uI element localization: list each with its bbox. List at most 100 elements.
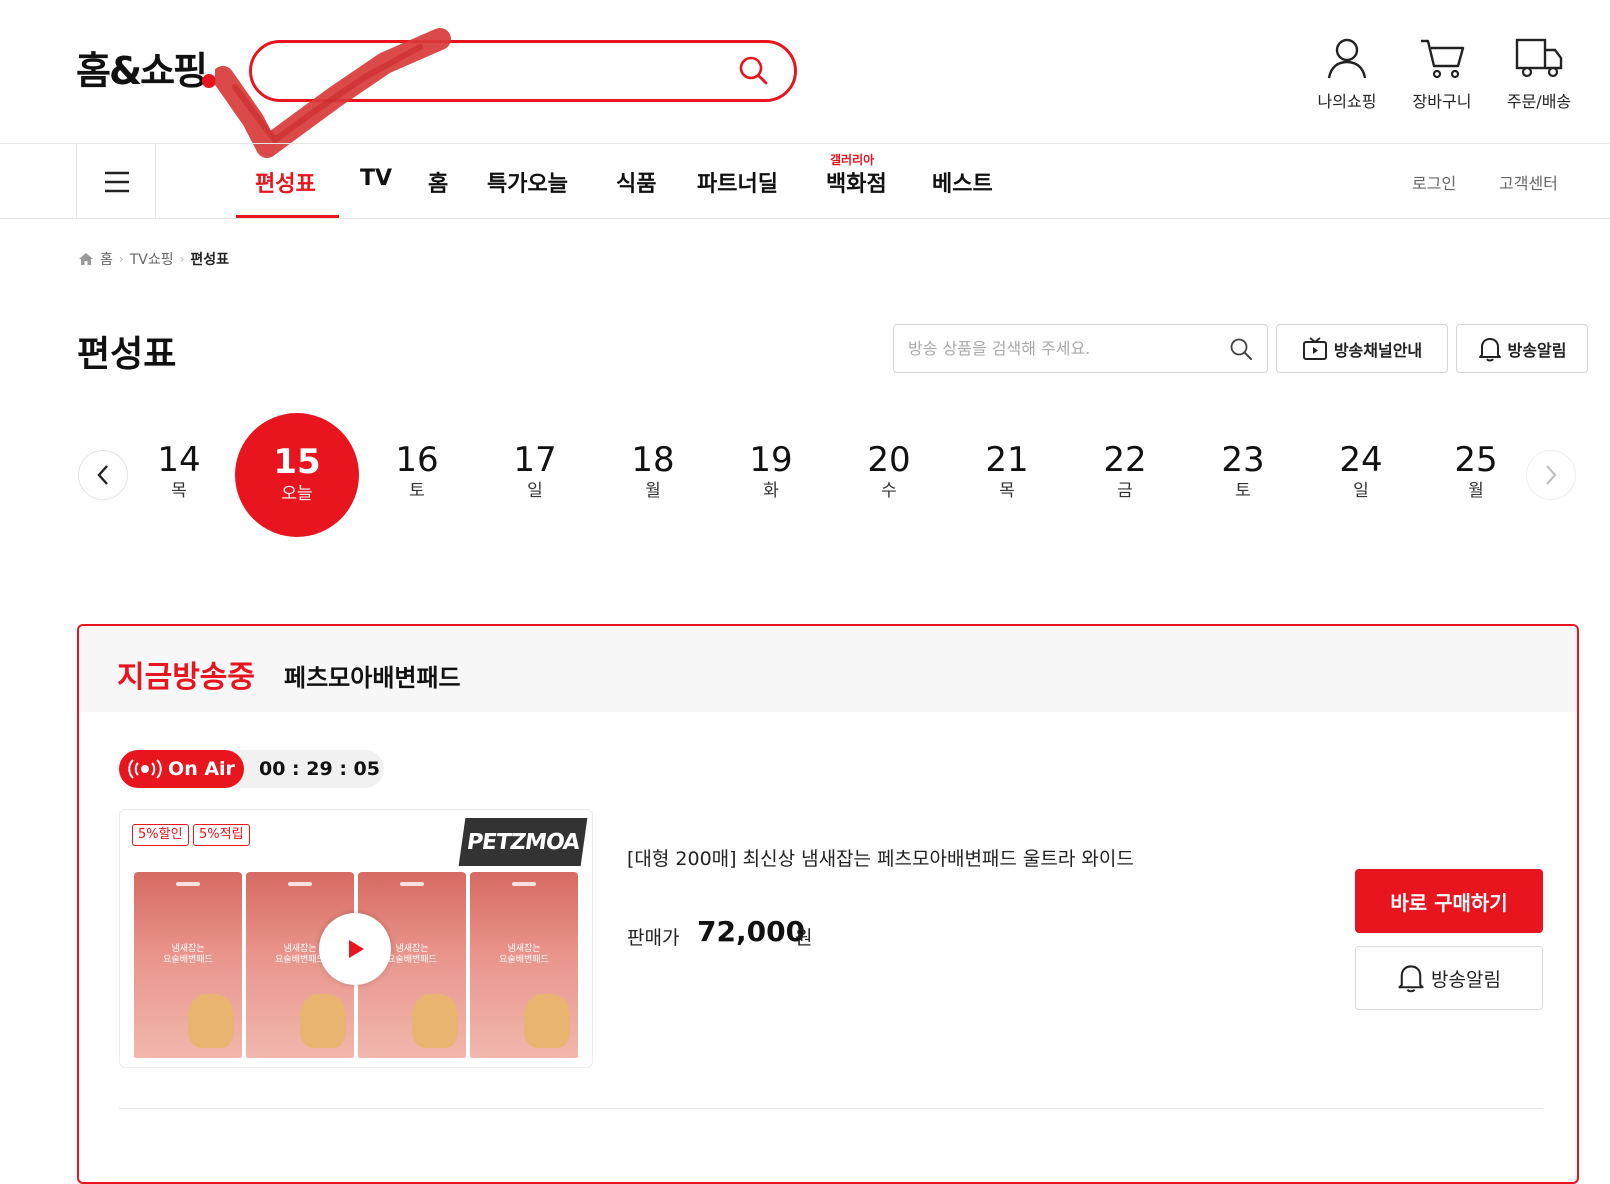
nav-item-special-today[interactable]: 특가오늘 (487, 166, 568, 198)
date-number: 14 (157, 440, 201, 480)
date-item[interactable]: 24 일 (1321, 440, 1401, 502)
logo-dot (202, 74, 217, 88)
date-day: 수 (881, 481, 897, 501)
cart-icon (1421, 39, 1465, 79)
date-day: 금 (1117, 481, 1133, 501)
channel-guide-label: 방송채널안내 (1333, 340, 1423, 360)
login-link[interactable]: 로그인 (1412, 170, 1456, 194)
price-label: 판매가 (627, 927, 680, 949)
broadcast-alert-label: 방송알림 (1507, 340, 1567, 360)
date-item[interactable]: 18 월 (613, 440, 693, 502)
date-day: 목 (999, 481, 1015, 501)
date-prev-button[interactable] (78, 450, 128, 500)
date-day: 화 (763, 481, 779, 501)
date-day: 월 (1468, 481, 1484, 501)
home-icon (79, 253, 93, 265)
live-now-label: 지금방송중 (117, 660, 255, 695)
site-logo[interactable]: 홈&쇼핑 (76, 40, 217, 95)
date-day: 토 (1235, 481, 1251, 501)
bell-icon (1398, 965, 1424, 993)
date-number: 23 (1221, 440, 1265, 480)
product-alert-label: 방송알림 (1431, 968, 1501, 991)
play-button[interactable] (319, 913, 391, 985)
date-item-today[interactable]: 15 오늘 (235, 413, 359, 537)
date-day: 일 (527, 481, 543, 501)
user-icon (1327, 38, 1367, 79)
truck-icon (1515, 38, 1563, 78)
my-shopping-link[interactable]: 나의쇼핑 (1302, 36, 1392, 112)
date-item[interactable]: 21 목 (967, 440, 1047, 502)
buy-now-button[interactable]: 바로 구매하기 (1355, 869, 1543, 933)
date-item[interactable]: 22 금 (1085, 440, 1165, 502)
nav-item-partner-deal[interactable]: 파트너딜 (697, 166, 778, 198)
date-item[interactable]: 25 월 (1436, 440, 1516, 502)
breadcrumb-current: 편성표 (190, 252, 230, 268)
date-number: 17 (513, 440, 557, 480)
bell-icon (1478, 337, 1501, 361)
order-delivery-link[interactable]: 주문/배송 (1494, 36, 1584, 112)
nav-left-divider (76, 143, 77, 218)
points-tag: 5%적립 (193, 824, 250, 846)
date-item[interactable]: 19 화 (731, 440, 811, 502)
nav-bottom-divider (0, 218, 1610, 219)
nav-item-home[interactable]: 홈 (428, 166, 448, 198)
price-unit: 원 (795, 927, 813, 949)
date-number: 24 (1339, 440, 1383, 480)
hamburger-menu-icon[interactable] (103, 170, 131, 194)
live-now-header: 지금방송중 페츠모아배변패드 (79, 626, 1577, 712)
date-item[interactable]: 23 토 (1203, 440, 1283, 502)
customer-center-link[interactable]: 고객센터 (1499, 170, 1558, 194)
cart-link[interactable]: 장바구니 (1397, 36, 1487, 112)
nav-top-divider (0, 143, 1610, 144)
breadcrumb-home[interactable]: 홈 (100, 249, 113, 269)
date-item[interactable]: 14 목 (139, 440, 219, 502)
broadcast-timer: 00 : 29 : 05 (259, 758, 380, 780)
date-item[interactable]: 20 수 (849, 440, 929, 502)
date-day: 월 (645, 481, 661, 501)
on-air-status: On Air 00 : 29 : 05 (119, 750, 384, 788)
breadcrumb-tv-shopping[interactable]: TV쇼핑 (130, 249, 174, 269)
my-shopping-label: 나의쇼핑 (1317, 92, 1377, 111)
search-input[interactable] (249, 40, 797, 102)
product-search-field[interactable] (893, 324, 1268, 373)
nav-menu-divider (155, 143, 156, 218)
date-number: 15 (273, 442, 321, 482)
date-number: 20 (867, 440, 911, 480)
on-air-badge: On Air (119, 750, 244, 788)
order-delivery-label: 주문/배송 (1506, 92, 1572, 111)
search-icon[interactable] (1229, 337, 1253, 361)
product-pack-image: 냄새잡는 요술배변패드 (134, 872, 242, 1058)
date-item[interactable]: 16 토 (377, 440, 457, 502)
broadcast-alert-button[interactable]: 방송알림 (1456, 324, 1588, 373)
date-day: 일 (1353, 481, 1369, 501)
date-number: 21 (985, 440, 1029, 480)
chevron-right-icon: › (179, 252, 185, 266)
brand-logo: PETZMOA (458, 818, 588, 866)
nav-item-department-store[interactable]: 백화점 (826, 166, 887, 198)
date-number: 19 (749, 440, 793, 480)
date-item[interactable]: 17 일 (495, 440, 575, 502)
date-number: 16 (395, 440, 439, 480)
play-icon (349, 940, 364, 958)
product-search-input[interactable] (908, 325, 1218, 372)
nav-item-tv[interactable]: TV (360, 166, 392, 191)
nav-item-schedule[interactable]: 편성표 (255, 166, 316, 198)
nav-item-food[interactable]: 식품 (616, 166, 656, 198)
date-next-button[interactable] (1526, 450, 1576, 500)
on-air-label: On Air (168, 758, 235, 780)
date-number: 22 (1103, 440, 1147, 480)
search-icon[interactable] (738, 55, 770, 87)
product-name[interactable]: [대형 200매] 최신상 냄새잡는 페츠모아배변패드 울트라 와이드 (627, 844, 1134, 871)
channel-guide-button[interactable]: 방송채널안내 (1276, 324, 1448, 373)
product-thumbnail[interactable]: 5%할인 5%적립 PETZMOA 냄새잡는 요술배변패드 냄새잡는 요술배변패… (119, 809, 593, 1068)
date-day: 목 (171, 481, 187, 501)
product-alert-button[interactable]: 방송알림 (1355, 946, 1543, 1010)
date-day: 오늘 (281, 484, 313, 504)
chevron-right-icon (1546, 465, 1557, 485)
nav-item-best[interactable]: 베스트 (932, 166, 993, 198)
page-title: 편성표 (77, 334, 177, 375)
pack-label: 냄새잡는 요술배변패드 (163, 944, 213, 965)
chevron-left-icon (97, 465, 108, 485)
live-now-section: 지금방송중 페츠모아배변패드 On Air 00 : 29 : 05 5%할인 … (77, 624, 1579, 1184)
date-number: 18 (631, 440, 675, 480)
